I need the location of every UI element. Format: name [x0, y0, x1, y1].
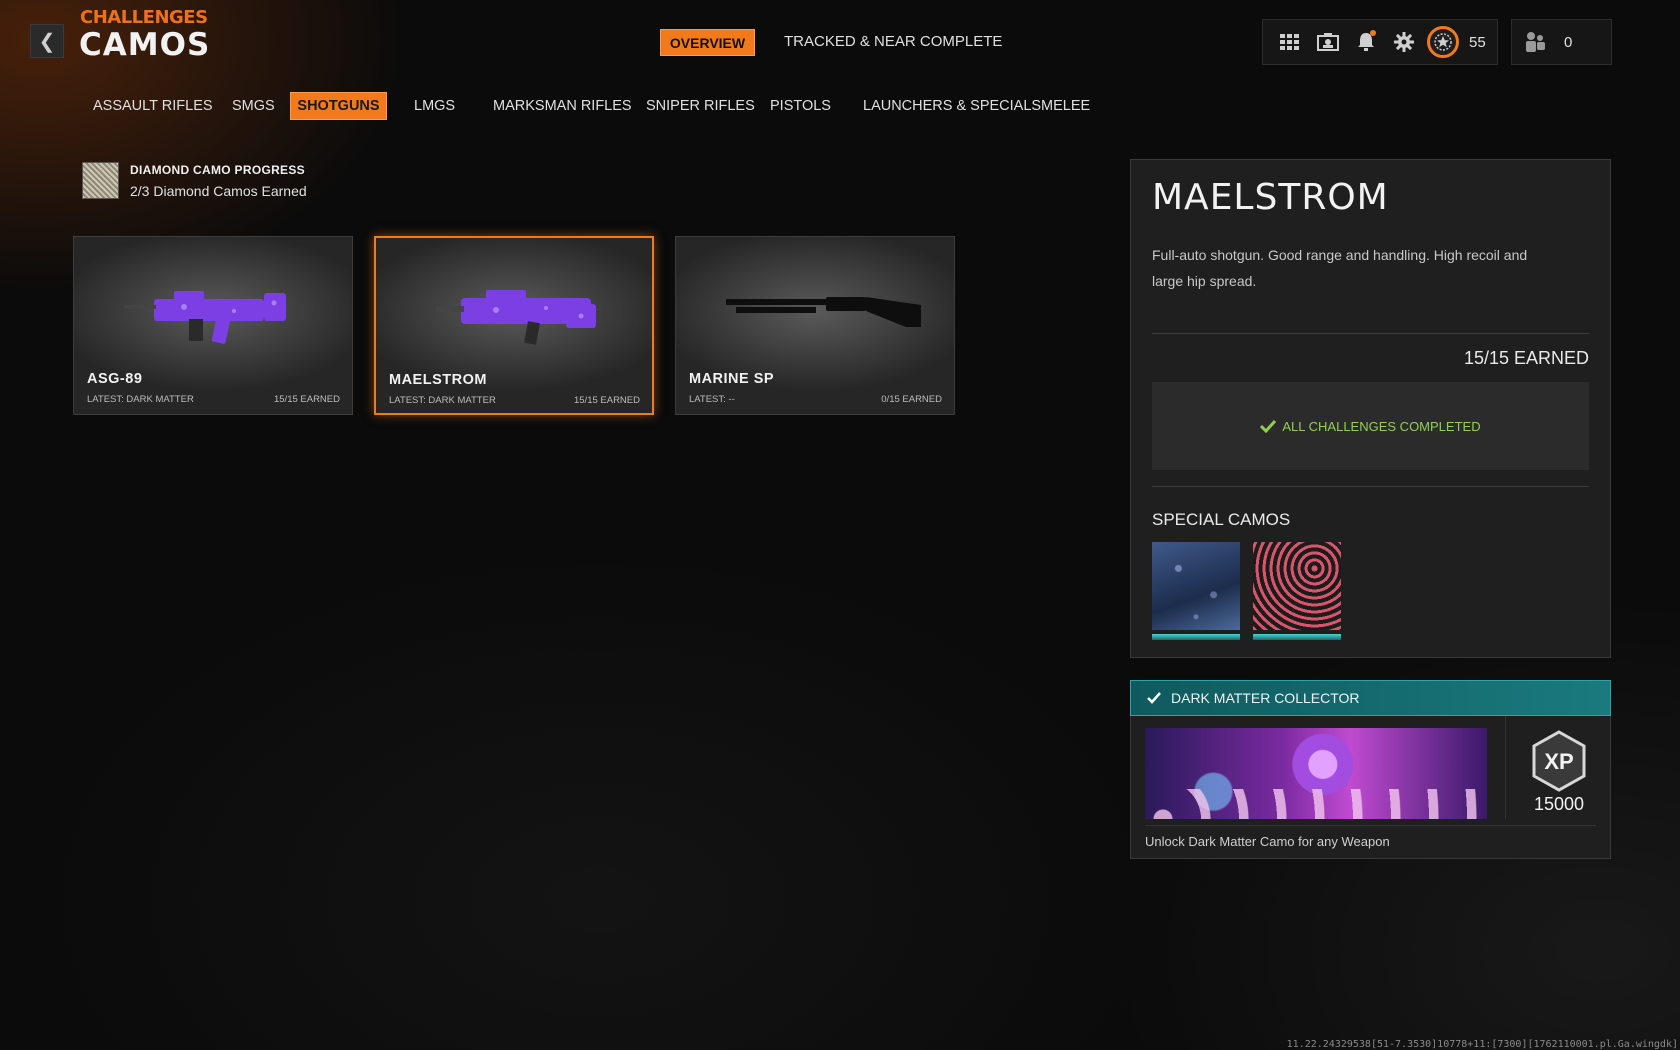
weapon-earned-count: 15/15 EARNED	[273, 394, 340, 405]
special-camo-2[interactable]	[1253, 542, 1341, 630]
weapon-category-tabs: ASSAULT RIFLES SMGS SHOTGUNS LMGS MARKSM…	[0, 92, 1120, 122]
header-toolbar: 55	[1262, 19, 1498, 65]
weapon-card-maelstrom[interactable]: MAELSTROM LATEST: DARK MATTER 15/15 EARN…	[374, 236, 654, 415]
marine-sp-weapon-image	[726, 297, 921, 327]
divider	[1145, 825, 1596, 826]
tab-sniper-rifles[interactable]: SNIPER RIFLES	[646, 92, 755, 120]
challenges-status: ALL CHALLENGES COMPLETED	[1152, 382, 1589, 470]
friends-icon	[1526, 32, 1545, 52]
gear-icon[interactable]	[1385, 27, 1423, 57]
tab-launchers-specials[interactable]: LAUNCHERS & SPECIALS	[863, 92, 1041, 120]
page-title: CAMOS	[79, 27, 211, 63]
reward-body: XP 15000 Unlock Dark Matter Camo for any…	[1130, 716, 1611, 859]
dark-matter-reward-image	[1145, 728, 1487, 819]
divider	[1152, 333, 1589, 334]
weapon-card-asg-89[interactable]: ASG-89 LATEST: DARK MATTER 15/15 EARNED	[73, 236, 353, 415]
weapon-latest-camo: LATEST: --	[689, 394, 735, 405]
check-icon	[1147, 692, 1161, 704]
tab-lmgs[interactable]: LMGS	[414, 92, 455, 120]
asg-89-weapon-image	[124, 291, 286, 344]
chevron-left-icon: ❮	[38, 30, 56, 53]
weapon-details-panel: MAELSTROM Full-auto shotgun. Good range …	[1130, 159, 1611, 658]
prestige-star-icon	[1434, 33, 1452, 51]
tab-smgs[interactable]: SMGS	[232, 92, 275, 120]
diamond-progress-heading: DIAMOND CAMO PROGRESS	[130, 163, 305, 177]
weapon-latest-camo: LATEST: DARK MATTER	[389, 395, 496, 406]
special-camo-1[interactable]	[1152, 542, 1240, 630]
tab-overview[interactable]: OVERVIEW	[660, 29, 755, 56]
check-icon	[1260, 419, 1277, 433]
friends-count: 0	[1564, 33, 1573, 51]
notification-dot	[1370, 30, 1376, 36]
player-level: 55	[1469, 33, 1486, 51]
tab-pistols[interactable]: PISTOLS	[770, 92, 831, 120]
weapon-name: MAELSTROM	[389, 372, 487, 388]
special-camo-1-progress	[1152, 634, 1240, 640]
weapon-name: MARINE SP	[689, 371, 775, 387]
tab-tracked-near-complete[interactable]: TRACKED & NEAR COMPLETE	[784, 33, 1002, 50]
maelstrom-weapon-image	[436, 290, 596, 345]
friends-button[interactable]: 0	[1511, 19, 1612, 65]
weapon-card-marine-sp[interactable]: MARINE SP LATEST: -- 0/15 EARNED	[675, 236, 955, 415]
diamond-progress-count: 2/3 Diamond Camos Earned	[130, 183, 307, 199]
tab-marksman-rifles[interactable]: MARKSMAN RIFLES	[493, 92, 632, 120]
prestige-badge[interactable]	[1427, 26, 1459, 58]
tab-melee[interactable]: MELEE	[1041, 92, 1090, 120]
tab-shotguns[interactable]: SHOTGUNS	[290, 92, 387, 120]
reward-title: DARK MATTER COLLECTOR	[1171, 690, 1360, 706]
reward-description: Unlock Dark Matter Camo for any Weapon	[1145, 834, 1390, 849]
weapon-name: ASG-89	[87, 371, 143, 387]
grid-icon[interactable]	[1271, 27, 1309, 57]
special-camo-2-progress	[1253, 634, 1341, 640]
earned-total: 15/15 EARNED	[1463, 348, 1589, 368]
id-card-icon[interactable]	[1309, 27, 1347, 57]
weapon-description: Full-auto shotgun. Good range and handli…	[1152, 247, 1528, 289]
xp-badge-icon: XP	[1532, 730, 1586, 792]
weapon-latest-camo: LATEST: DARK MATTER	[87, 394, 194, 405]
tab-assault-rifles[interactable]: ASSAULT RIFLES	[93, 92, 213, 120]
section-label: CHALLENGES	[80, 7, 208, 28]
skulls-decoration	[1145, 789, 1487, 819]
xp-value: 15000	[1533, 794, 1585, 814]
weapon-title: MAELSTROM	[1152, 177, 1389, 218]
challenges-complete-text: ALL CHALLENGES COMPLETED	[1282, 418, 1481, 434]
weapon-earned-count: 0/15 EARNED	[881, 394, 942, 405]
back-button[interactable]: ❮	[30, 24, 64, 58]
diamond-camo-thumbnail	[82, 162, 119, 199]
special-camos-heading: SPECIAL CAMOS	[1152, 510, 1291, 529]
reward-header[interactable]: DARK MATTER COLLECTOR	[1130, 680, 1611, 716]
divider	[1505, 716, 1506, 819]
bell-icon[interactable]	[1347, 27, 1385, 57]
weapon-earned-count: 15/15 EARNED	[573, 395, 640, 406]
divider	[1152, 486, 1589, 487]
xp-label: XP	[1544, 749, 1573, 774]
build-version: 11.22.24329538[51-7.3530]10778+11:[7300]…	[1286, 1039, 1678, 1050]
